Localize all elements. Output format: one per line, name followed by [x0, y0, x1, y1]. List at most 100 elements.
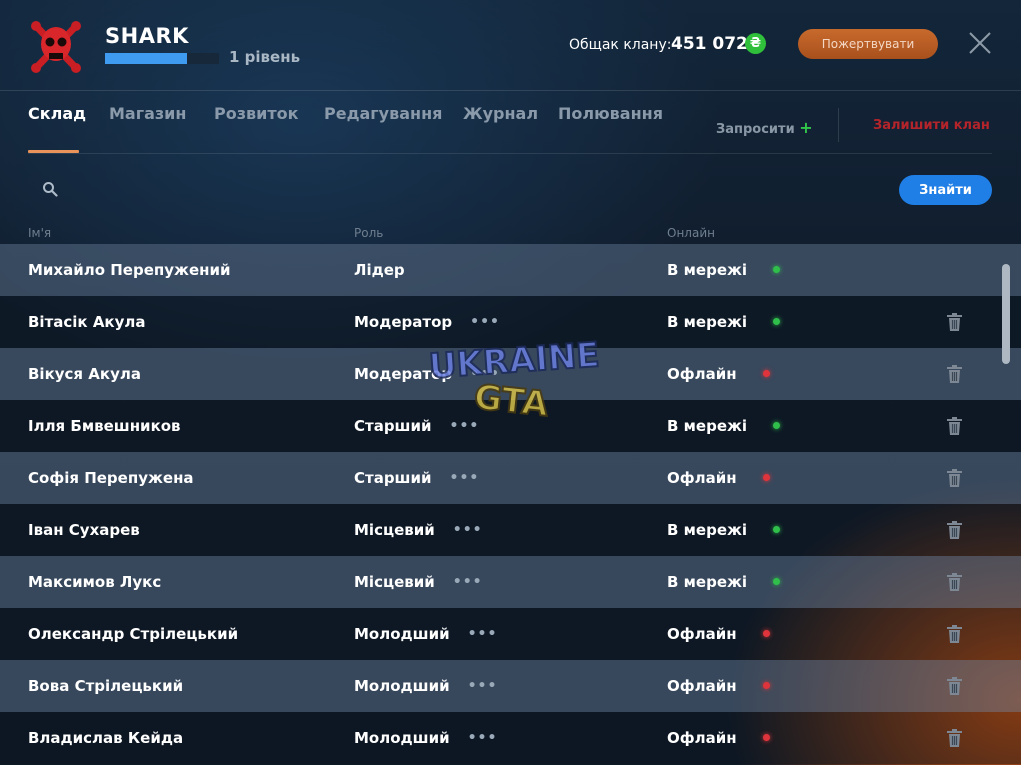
- tab-members[interactable]: Склад: [28, 104, 86, 123]
- treasury-label: Общак клану:: [569, 37, 672, 53]
- column-header-online: Онлайн: [667, 226, 715, 240]
- hryvnia-coin-icon: ₴: [745, 33, 766, 54]
- leave-clan-button[interactable]: Залишити клан: [873, 118, 990, 133]
- role-menu-dots-icon[interactable]: •••: [450, 418, 480, 434]
- offline-dot-icon: [762, 682, 770, 689]
- member-role-label: Старший: [354, 417, 432, 435]
- member-status-label: Офлайн: [667, 677, 737, 695]
- member-role-label: Молодший: [354, 677, 450, 695]
- offline-dot-icon: [762, 630, 770, 637]
- clan-name: SHARK: [105, 24, 189, 48]
- member-row[interactable]: Олександр Стрілецький Молодший ••• Офлайн: [0, 608, 1021, 660]
- member-role: Молодший •••: [354, 729, 497, 747]
- role-menu-dots-icon[interactable]: •••: [450, 470, 480, 486]
- trash-icon[interactable]: [946, 521, 963, 540]
- search-icon: [43, 182, 58, 197]
- member-row[interactable]: Іван Сухарев Місцевий ••• В мережі: [0, 504, 1021, 556]
- trash-icon[interactable]: [946, 365, 963, 384]
- member-status: В мережі: [667, 417, 781, 435]
- member-row[interactable]: Вова Стрілецький Молодший ••• Офлайн: [0, 660, 1021, 712]
- donate-button[interactable]: Пожертвувати: [798, 29, 938, 59]
- member-role: Старший •••: [354, 469, 479, 487]
- member-status: Офлайн: [667, 625, 770, 643]
- member-search-input[interactable]: [70, 176, 874, 204]
- member-status-label: Офлайн: [667, 729, 737, 747]
- clan-level: 1 рівень: [229, 48, 301, 66]
- member-role-label: Старший: [354, 469, 432, 487]
- close-icon[interactable]: [966, 29, 994, 57]
- member-role: Молодший •••: [354, 677, 497, 695]
- trash-icon[interactable]: [946, 729, 963, 748]
- member-status: Офлайн: [667, 469, 770, 487]
- plus-icon: +: [799, 118, 813, 137]
- member-status-label: В мережі: [667, 573, 748, 591]
- member-name: Михайло Перепужений: [28, 261, 231, 279]
- actions-divider: [838, 108, 839, 142]
- member-status-label: Офлайн: [667, 469, 737, 487]
- member-status: Офлайн: [667, 677, 770, 695]
- tabs-divider: [28, 153, 992, 154]
- member-row[interactable]: Михайло Перепужений Лідер В мережі: [0, 244, 1021, 296]
- member-name: Вова Стрілецький: [28, 677, 184, 695]
- member-row[interactable]: Вікуся Акула Модератор ••• Офлайн: [0, 348, 1021, 400]
- clan-logo-icon: [31, 21, 81, 73]
- trash-icon[interactable]: [946, 625, 963, 644]
- online-dot-icon: [773, 526, 781, 533]
- member-role: Молодший •••: [354, 625, 497, 643]
- member-status-label: Офлайн: [667, 625, 737, 643]
- trash-icon[interactable]: [946, 469, 963, 488]
- role-menu-dots-icon[interactable]: •••: [468, 678, 498, 694]
- xp-progress-bar: [105, 53, 219, 64]
- tab-shop[interactable]: Магазин: [109, 104, 186, 123]
- column-header-role: Роль: [354, 226, 384, 240]
- member-name: Олександр Стрілецький: [28, 625, 239, 643]
- member-role: Місцевий •••: [354, 573, 483, 591]
- member-status-label: В мережі: [667, 313, 748, 331]
- member-row[interactable]: Ілля Бмвешников Старший ••• В мережі: [0, 400, 1021, 452]
- tab-development[interactable]: Розвиток: [214, 104, 298, 123]
- member-row[interactable]: Владислав Кейда Молодший ••• Офлайн: [0, 712, 1021, 764]
- find-button[interactable]: Знайти: [899, 175, 992, 205]
- member-role: Модератор •••: [354, 365, 500, 383]
- member-row[interactable]: Максимов Лукс Місцевий ••• В мережі: [0, 556, 1021, 608]
- member-row[interactable]: Вітасік Акула Модератор ••• В мережі: [0, 296, 1021, 348]
- online-dot-icon: [773, 266, 781, 273]
- member-status: Офлайн: [667, 365, 770, 383]
- member-role-label: Лідер: [354, 261, 405, 279]
- role-menu-dots-icon[interactable]: •••: [453, 574, 483, 590]
- column-header-name: Ім'я: [28, 226, 52, 240]
- invite-button[interactable]: Запросити +: [716, 118, 813, 137]
- role-menu-dots-icon[interactable]: •••: [453, 522, 483, 538]
- offline-dot-icon: [762, 734, 770, 741]
- trash-icon[interactable]: [946, 573, 963, 592]
- xp-progress-fill: [105, 53, 188, 64]
- scrollbar-thumb[interactable]: [1002, 264, 1010, 364]
- trash-icon[interactable]: [946, 313, 963, 332]
- clan-header: SHARK 1 рівень Общак клану: 451 072 ₴ По…: [0, 0, 1021, 91]
- tab-editing[interactable]: Редагування: [324, 104, 442, 123]
- member-name: Вікуся Акула: [28, 365, 141, 383]
- tab-hunting[interactable]: Полювання: [558, 104, 663, 123]
- treasury-value: 451 072: [671, 34, 748, 54]
- trash-icon[interactable]: [946, 417, 963, 436]
- member-row[interactable]: Софія Перепужена Старший ••• Офлайн: [0, 452, 1021, 504]
- member-name: Максимов Лукс: [28, 573, 162, 591]
- role-menu-dots-icon[interactable]: •••: [468, 730, 498, 746]
- trash-icon[interactable]: [946, 677, 963, 696]
- member-name: Ілля Бмвешников: [28, 417, 181, 435]
- role-menu-dots-icon[interactable]: •••: [468, 626, 498, 642]
- online-dot-icon: [773, 318, 781, 325]
- member-status-label: В мережі: [667, 417, 748, 435]
- member-name: Софія Перепужена: [28, 469, 194, 487]
- member-role-label: Молодший: [354, 625, 450, 643]
- member-role-label: Модератор: [354, 313, 453, 331]
- tab-journal[interactable]: Журнал: [463, 104, 538, 123]
- member-status-label: Офлайн: [667, 365, 737, 383]
- member-name: Вітасік Акула: [28, 313, 146, 331]
- offline-dot-icon: [762, 370, 770, 377]
- role-menu-dots-icon[interactable]: •••: [470, 366, 500, 382]
- online-dot-icon: [773, 422, 781, 429]
- role-menu-dots-icon[interactable]: •••: [470, 314, 500, 330]
- member-name: Іван Сухарев: [28, 521, 140, 539]
- member-role-label: Молодший: [354, 729, 450, 747]
